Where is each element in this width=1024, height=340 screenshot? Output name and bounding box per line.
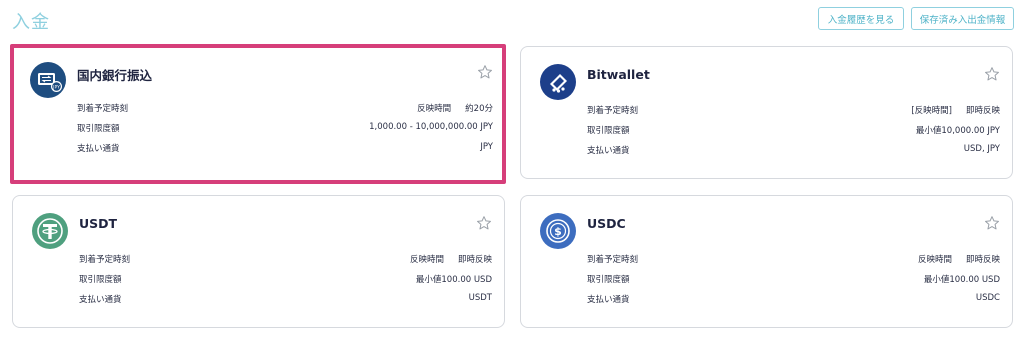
arrival-time-row: 到着予定時刻 反映時間 即時反映: [79, 255, 492, 265]
currency-row: 支払い通貨 USDT: [79, 293, 492, 305]
tether-icon: [32, 213, 68, 249]
arrival-time-row: 到着予定時刻 [反映時間] 即時反映: [587, 106, 1000, 116]
svg-text:$: $: [554, 225, 562, 238]
payment-card-bitwallet[interactable]: Bitwallet 到着予定時刻 [反映時間] 即時反映 取引限度額 最小値10,…: [520, 46, 1013, 179]
card-title: USDC: [587, 216, 626, 231]
currency-row: 支払い通貨 USDC: [587, 293, 1000, 305]
limit-row: 取引限度額 最小値100.00 USD: [587, 275, 1000, 285]
card-title: USDT: [79, 216, 118, 231]
star-icon[interactable]: [984, 215, 1000, 231]
star-icon[interactable]: [984, 66, 1000, 82]
svg-text:JPY: JPY: [52, 84, 60, 90]
payment-card-usdt[interactable]: USDT 到着予定時刻 反映時間 即時反映 取引限度額 最小値100.00 USD…: [12, 195, 505, 328]
star-icon[interactable]: [477, 64, 493, 80]
arrival-time-row: 到着予定時刻 反映時間 即時反映: [587, 255, 1000, 265]
payment-card-bank-transfer[interactable]: JPY 国内銀行振込 到着予定時刻 反映時間 約20分 取引限度額 1,000.0…: [10, 44, 506, 184]
card-title: Bitwallet: [587, 67, 650, 82]
currency-row: 支払い通貨 USD, JPY: [587, 144, 1000, 156]
arrival-time-row: 到着予定時刻 反映時間 約20分: [77, 104, 493, 114]
currency-row: 支払い通貨 JPY: [77, 142, 493, 154]
usdc-icon: $: [540, 213, 576, 249]
limit-row: 取引限度額 1,000.00 - 10,000,000.00 JPY: [77, 122, 493, 134]
payment-card-usdc[interactable]: $ USDC 到着予定時刻 反映時間 即時反映 取引限度額 最小値100.00 U…: [520, 195, 1013, 328]
page-title: 入金: [12, 12, 50, 33]
saved-info-button[interactable]: 保存済み入出金情報: [911, 7, 1014, 30]
card-title: 国内銀行振込: [77, 68, 153, 83]
star-icon[interactable]: [476, 215, 492, 231]
bank-transfer-icon: JPY: [30, 62, 66, 98]
deposit-history-button[interactable]: 入金履歴を見る: [818, 7, 904, 30]
limit-row: 取引限度額 最小値100.00 USD: [79, 275, 492, 285]
limit-row: 取引限度額 最小値10,000.00 JPY: [587, 126, 1000, 136]
bitwallet-icon: [540, 64, 576, 100]
